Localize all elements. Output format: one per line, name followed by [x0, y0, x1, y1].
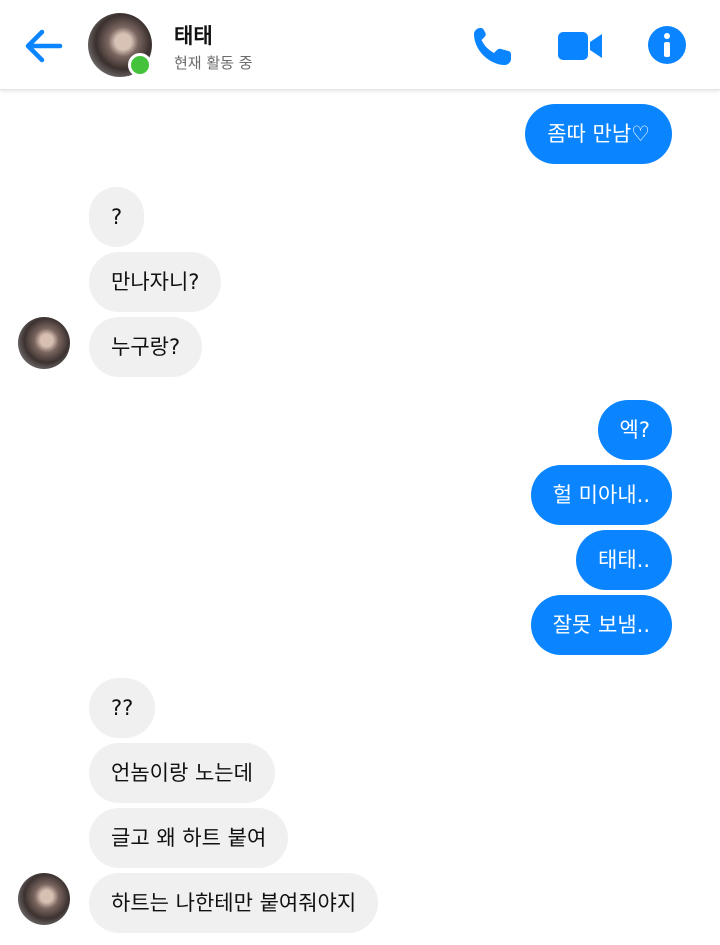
message-sent[interactable]: 태태..: [576, 530, 672, 590]
message-received[interactable]: 만나자니?: [89, 252, 222, 312]
message-sent[interactable]: 헐 미아내..: [530, 465, 672, 525]
message-sent[interactable]: 엑?: [597, 400, 672, 460]
chat-header: 태태 현재 활동 중: [0, 0, 720, 90]
contact-name[interactable]: 태태: [174, 20, 213, 50]
contact-status: 현재 활동 중: [174, 54, 253, 72]
online-status-dot: [128, 53, 152, 77]
message-received[interactable]: 글고 왜 하트 붙여: [89, 808, 289, 868]
phone-call-icon[interactable]: [471, 24, 515, 72]
contact-avatar-small[interactable]: [18, 873, 70, 925]
info-icon[interactable]: [646, 24, 688, 70]
message-received[interactable]: 언놈이랑 노는데: [89, 743, 275, 803]
message-received[interactable]: ?: [89, 187, 145, 247]
message-received[interactable]: ??: [89, 678, 156, 738]
back-arrow-icon[interactable]: [22, 24, 66, 68]
message-sent[interactable]: 잘못 보냄..: [530, 595, 672, 655]
message-sent[interactable]: 좀따 만남♡: [525, 104, 672, 164]
video-call-icon[interactable]: [556, 24, 604, 72]
contact-avatar-small[interactable]: [18, 317, 70, 369]
message-received[interactable]: 누구랑?: [89, 317, 203, 377]
message-received[interactable]: 하트는 나한테만 붙여줘야지: [89, 873, 379, 933]
